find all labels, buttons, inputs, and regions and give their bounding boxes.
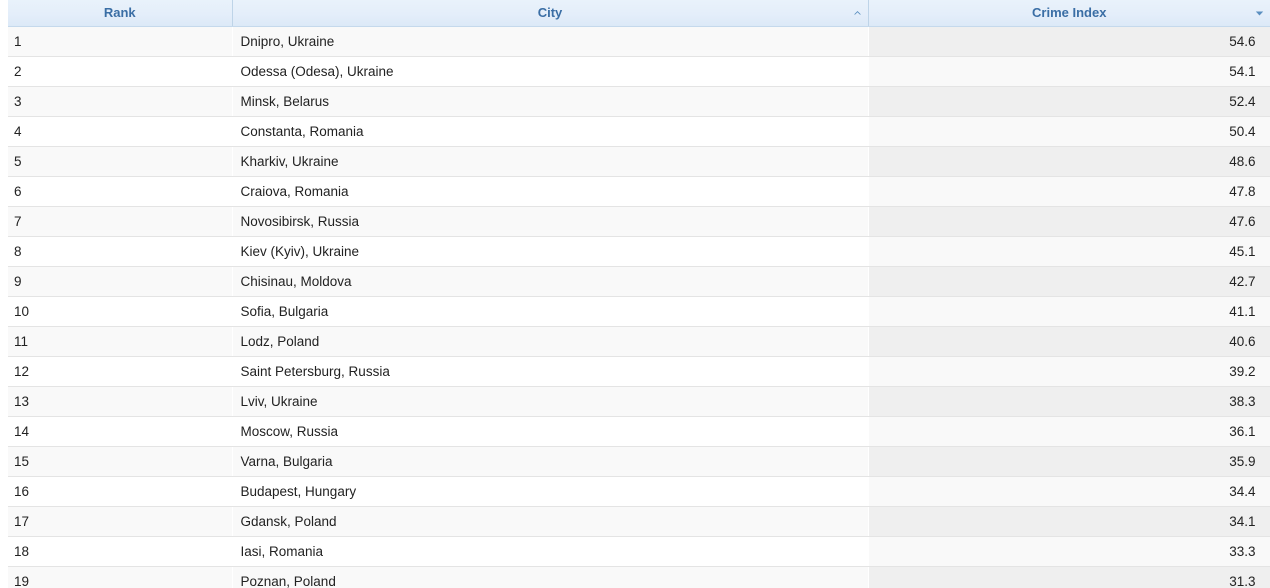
table-row[interactable]: 8 Kiev (Kyiv), Ukraine 45.1	[8, 236, 1270, 267]
cell-rank: 10	[8, 296, 232, 327]
cell-crime-index: 31.3	[868, 566, 1270, 588]
cell-crime-index: 47.6	[868, 206, 1270, 237]
cell-city: Budapest, Hungary	[232, 476, 868, 507]
cell-city: Poznan, Poland	[232, 566, 868, 588]
cell-city: Constanta, Romania	[232, 116, 868, 147]
table-row[interactable]: 6 Craiova, Romania 47.8	[8, 176, 1270, 207]
cell-crime-index: 38.3	[868, 386, 1270, 417]
cell-city: Chisinau, Moldova	[232, 266, 868, 297]
cell-city: Saint Petersburg, Russia	[232, 356, 868, 387]
cell-rank: 1	[8, 26, 232, 57]
table-row[interactable]: 17 Gdansk, Poland 34.1	[8, 506, 1270, 537]
table-row[interactable]: 14 Moscow, Russia 36.1	[8, 416, 1270, 447]
cell-crime-index: 54.6	[868, 26, 1270, 57]
cell-crime-index: 48.6	[868, 146, 1270, 177]
cell-crime-index: 40.6	[868, 326, 1270, 357]
cell-city: Sofia, Bulgaria	[232, 296, 868, 327]
table-row[interactable]: 19 Poznan, Poland 31.3	[8, 566, 1270, 588]
cell-rank: 15	[8, 446, 232, 477]
cell-city: Iasi, Romania	[232, 536, 868, 567]
cell-crime-index: 50.4	[868, 116, 1270, 147]
table-row[interactable]: 13 Lviv, Ukraine 38.3	[8, 386, 1270, 417]
table-row[interactable]: 7 Novosibirsk, Russia 47.6	[8, 206, 1270, 237]
cell-crime-index: 45.1	[868, 236, 1270, 267]
cell-rank: 16	[8, 476, 232, 507]
table-row[interactable]: 2 Odessa (Odesa), Ukraine 54.1	[8, 56, 1270, 87]
table-row[interactable]: 15 Varna, Bulgaria 35.9	[8, 446, 1270, 477]
table-header: Rank City Crime Index	[8, 0, 1270, 27]
cell-rank: 5	[8, 146, 232, 177]
cell-city: Moscow, Russia	[232, 416, 868, 447]
cell-city: Kharkiv, Ukraine	[232, 146, 868, 177]
cell-rank: 2	[8, 56, 232, 87]
table-row[interactable]: 3 Minsk, Belarus 52.4	[8, 86, 1270, 117]
cell-crime-index: 54.1	[868, 56, 1270, 87]
table-header-row: Rank City Crime Index	[8, 0, 1270, 27]
triangle-down-icon[interactable]	[1255, 8, 1264, 17]
cell-city: Craiova, Romania	[232, 176, 868, 207]
cell-rank: 4	[8, 116, 232, 147]
table-body: 1 Dnipro, Ukraine 54.6 2 Odessa (Odesa), Ukr…	[8, 26, 1270, 588]
cell-rank: 3	[8, 86, 232, 117]
table-row[interactable]: 18 Iasi, Romania 33.3	[8, 536, 1270, 567]
cell-rank: 18	[8, 536, 232, 567]
cell-crime-index: 36.1	[868, 416, 1270, 447]
cell-rank: 13	[8, 386, 232, 417]
cell-city: Odessa (Odesa), Ukraine	[232, 56, 868, 87]
cell-crime-index: 34.1	[868, 506, 1270, 537]
cell-crime-index: 39.2	[868, 356, 1270, 387]
table-row[interactable]: 5 Kharkiv, Ukraine 48.6	[8, 146, 1270, 177]
cell-crime-index: 34.4	[868, 476, 1270, 507]
cell-rank: 12	[8, 356, 232, 387]
cell-city: Lodz, Poland	[232, 326, 868, 357]
cell-city: Gdansk, Poland	[232, 506, 868, 537]
column-header-city-label: City	[537, 5, 563, 21]
table-row[interactable]: 16 Budapest, Hungary 34.4	[8, 476, 1270, 507]
chevron-up-icon[interactable]	[853, 8, 862, 17]
cell-rank: 8	[8, 236, 232, 267]
crime-index-table: Rank City Crime Index 1 Dnipro, Ukraine …	[8, 0, 1270, 588]
cell-crime-index: 47.8	[868, 176, 1270, 207]
table-row[interactable]: 9 Chisinau, Moldova 42.7	[8, 266, 1270, 297]
cell-rank: 19	[8, 566, 232, 588]
cell-city: Kiev (Kyiv), Ukraine	[232, 236, 868, 267]
cell-city: Novosibirsk, Russia	[232, 206, 868, 237]
table-row[interactable]: 12 Saint Petersburg, Russia 39.2	[8, 356, 1270, 387]
cell-rank: 6	[8, 176, 232, 207]
table-row[interactable]: 11 Lodz, Poland 40.6	[8, 326, 1270, 357]
column-header-rank-label: Rank	[103, 5, 136, 21]
cell-crime-index: 33.3	[868, 536, 1270, 567]
crime-index-table-container: Rank City Crime Index 1 Dnipro, Ukraine …	[0, 0, 1270, 588]
cell-rank: 9	[8, 266, 232, 297]
cell-city: Minsk, Belarus	[232, 86, 868, 117]
table-row[interactable]: 4 Constanta, Romania 50.4	[8, 116, 1270, 147]
table-row[interactable]: 1 Dnipro, Ukraine 54.6	[8, 26, 1270, 57]
table-row[interactable]: 10 Sofia, Bulgaria 41.1	[8, 296, 1270, 327]
cell-rank: 7	[8, 206, 232, 237]
cell-crime-index: 35.9	[868, 446, 1270, 477]
cell-rank: 11	[8, 326, 232, 357]
cell-rank: 17	[8, 506, 232, 537]
cell-crime-index: 42.7	[868, 266, 1270, 297]
cell-crime-index: 41.1	[868, 296, 1270, 327]
column-header-rank[interactable]: Rank	[8, 0, 233, 27]
column-header-crime-index[interactable]: Crime Index	[868, 0, 1270, 27]
cell-city: Lviv, Ukraine	[232, 386, 868, 417]
cell-crime-index: 52.4	[868, 86, 1270, 117]
cell-rank: 14	[8, 416, 232, 447]
cell-city: Dnipro, Ukraine	[232, 26, 868, 57]
column-header-crime-index-label: Crime Index	[1032, 5, 1107, 21]
cell-city: Varna, Bulgaria	[232, 446, 868, 477]
column-header-city[interactable]: City	[232, 0, 869, 27]
